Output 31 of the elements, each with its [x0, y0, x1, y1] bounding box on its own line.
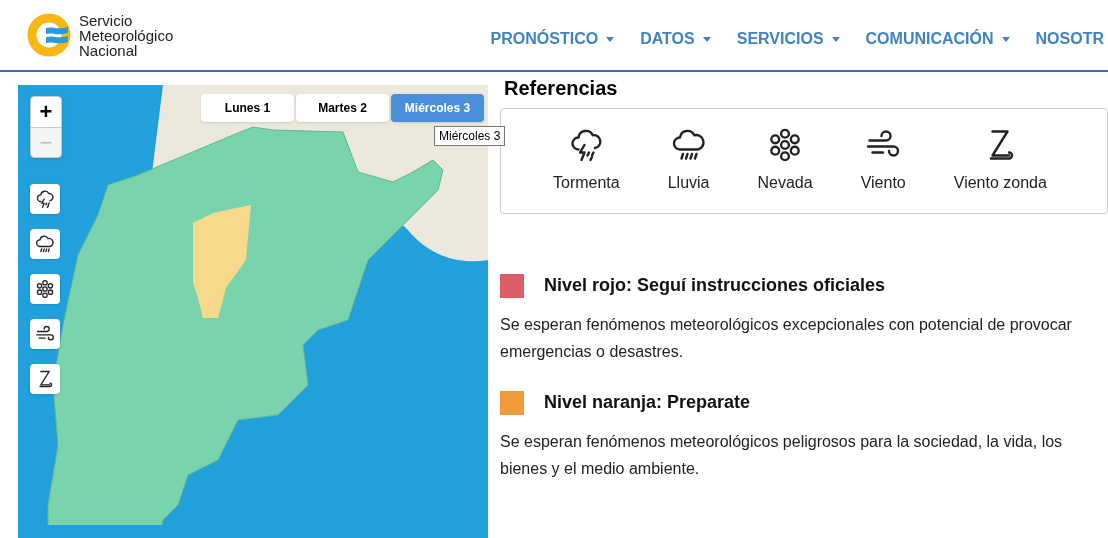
- layer-button[interactable]: [30, 364, 60, 394]
- reference-label: Viento: [860, 173, 906, 193]
- rain-cloud-icon: [35, 234, 55, 254]
- nav-link[interactable]: NOSOTR: [1035, 27, 1104, 51]
- nav-link[interactable]: PRONÓSTICO: [490, 27, 615, 51]
- nav-link[interactable]: DATOS: [640, 27, 711, 51]
- snowflake-icon: [35, 279, 55, 299]
- logo-text: Servicio Meteorológico Nacional: [79, 12, 174, 58]
- reference-label: Nevada: [757, 173, 813, 193]
- layer-button[interactable]: [30, 184, 60, 214]
- level-title: Nivel naranja: Preparate: [544, 391, 751, 414]
- zoom-in-button[interactable]: +: [31, 97, 61, 127]
- reference-label: Lluvia: [667, 173, 710, 193]
- layer-button[interactable]: [30, 319, 60, 349]
- section-heading: Referencias: [504, 76, 619, 100]
- reference-label: Viento zonda: [953, 173, 1047, 193]
- day-tab[interactable]: Miércoles 3: [391, 94, 484, 122]
- layer-button[interactable]: [30, 229, 60, 259]
- level-title: Nivel rojo: Seguí instrucciones oficiales: [544, 274, 886, 297]
- day-tab[interactable]: Lunes 1: [201, 94, 294, 122]
- tooltip: Miércoles 3: [434, 126, 506, 146]
- day-tab[interactable]: Martes 2: [296, 94, 389, 122]
- level-description: Se esperan fenómenos meteorológicos peligrosos para la sociedad, la vida, los bienes y el medio ambiente.: [500, 432, 1064, 479]
- logo-icon: [27, 13, 71, 57]
- layer-button[interactable]: [30, 274, 60, 304]
- rain-cloud-icon: [670, 127, 707, 163]
- level-description: Se esperan fenómenos meteorológicos excepcionales con potencial de provocar emergencias o desastres.: [500, 315, 1073, 362]
- reference-label: Tormenta: [553, 173, 620, 193]
- storm-cloud-icon: [35, 189, 55, 209]
- nav-link[interactable]: COMUNICACIÓN: [865, 27, 1010, 51]
- nav-link[interactable]: SERVICIOS: [736, 27, 840, 51]
